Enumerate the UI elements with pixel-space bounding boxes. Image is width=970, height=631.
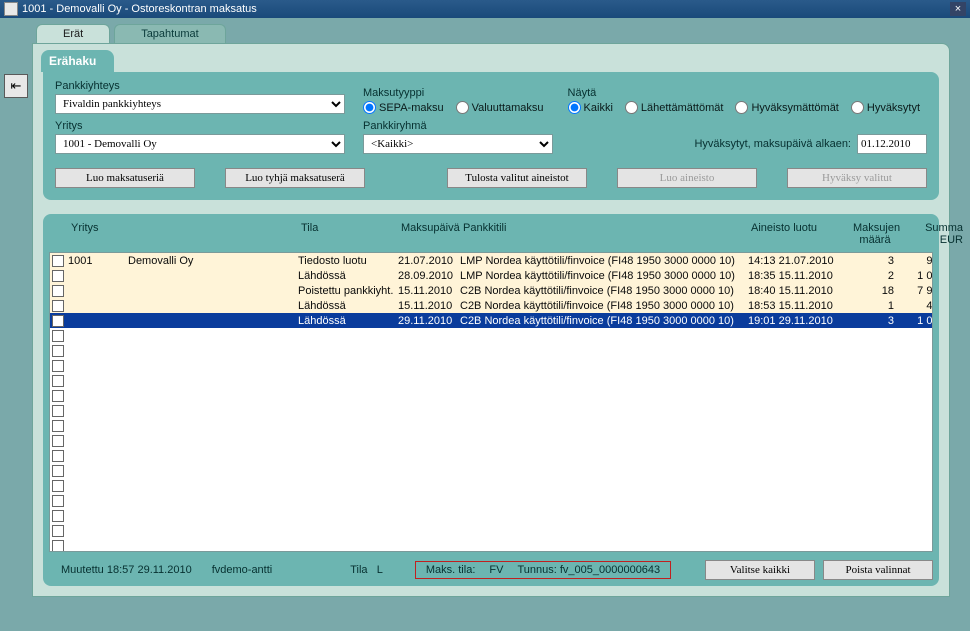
table-row	[50, 448, 932, 463]
radio-kaikki[interactable]: Kaikki	[568, 101, 613, 114]
row-checkbox[interactable]	[52, 315, 64, 327]
table-row[interactable]: Poistettu pankkiyht.15.11.2010C2B Nordea…	[50, 283, 932, 298]
table-row	[50, 523, 932, 538]
table-row	[50, 538, 932, 552]
radio-lahettamattomat[interactable]: Lähettämättömät	[625, 101, 724, 114]
col-maara: Maksujen määrä	[853, 222, 903, 246]
titlebar: 1001 - Demovalli Oy - Ostoreskontran mak…	[0, 0, 970, 18]
label-pankkiyhteys: Pankkiyhteys	[55, 80, 345, 92]
filter-pane: Pankkiyhteys Fivaldin pankkiyhteys Maksu…	[43, 72, 939, 200]
label-pankkiryhma: Pankkiryhmä	[363, 120, 553, 132]
table-row	[50, 343, 932, 358]
tab-tapahtumat[interactable]: Tapahtumat	[114, 24, 225, 43]
label-yritys: Yritys	[55, 120, 345, 132]
select-pankkiryhma[interactable]: <Kaikki>	[363, 134, 553, 154]
table-row	[50, 388, 932, 403]
table-row	[50, 358, 932, 373]
row-checkbox[interactable]	[52, 270, 64, 282]
label-hyvdate: Hyväksytyt, maksupäivä alkaen:	[694, 138, 851, 150]
table-row	[50, 373, 932, 388]
table-row	[50, 493, 932, 508]
radio-hyvaksymattomat[interactable]: Hyväksymättömät	[735, 101, 838, 114]
label-maksutyyppi: Maksutyyppi	[363, 87, 544, 99]
subtab-erahaku[interactable]: Erähaku	[41, 50, 114, 72]
select-pankkiyhteys[interactable]: Fivaldin pankkiyhteys	[55, 94, 345, 114]
grid-body[interactable]: 1001Demovalli OyTiedosto luotu21.07.2010…	[49, 252, 933, 552]
btn-valitse-kaikki[interactable]: Valitse kaikki	[705, 560, 815, 580]
label-nayta: Näytä	[568, 87, 921, 99]
table-row	[50, 418, 932, 433]
row-checkbox[interactable]	[52, 255, 64, 267]
table-row[interactable]: Lähdössä29.11.2010C2B Nordea käyttötili/…	[50, 313, 932, 328]
table-row	[50, 433, 932, 448]
table-row	[50, 463, 932, 478]
tabstrip: Erät Tapahtumat	[32, 24, 950, 43]
table-row	[50, 328, 932, 343]
radio-sepa[interactable]: SEPA-maksu	[363, 101, 444, 114]
col-aineisto: Aineisto luotu	[751, 222, 853, 246]
col-maksupaiva: Maksupäivä	[401, 222, 463, 246]
btn-luo-maksatuseria[interactable]: Luo maksatuseriä	[55, 168, 195, 188]
app-icon	[4, 2, 18, 16]
row-checkbox[interactable]	[52, 300, 64, 312]
table-row[interactable]: Lähdössä15.11.2010C2B Nordea käyttötili/…	[50, 298, 932, 313]
grid-wrap: Yritys Tila Maksupäivä Pankkitili Aineis…	[43, 214, 939, 586]
btn-hyvaksy-valitut[interactable]: Hyväksy valitut	[787, 168, 927, 188]
col-pankkitili: Pankkitili	[463, 222, 751, 246]
status-redbox: Maks. tila: FV Tunnus: fv_005_0000000643	[415, 561, 671, 579]
col-tila: Tila	[301, 222, 401, 246]
col-yritys: Yritys	[71, 222, 131, 246]
btn-luo-aineisto[interactable]: Luo aineisto	[617, 168, 757, 188]
table-row	[50, 478, 932, 493]
table-row[interactable]: Lähdössä28.09.2010LMP Nordea käyttötili/…	[50, 268, 932, 283]
radio-valuutta[interactable]: Valuuttamaksu	[456, 101, 544, 114]
table-row	[50, 403, 932, 418]
btn-tulosta[interactable]: Tulosta valitut aineistot	[447, 168, 587, 188]
window-title: 1001 - Demovalli Oy - Ostoreskontran mak…	[22, 3, 257, 15]
btn-luo-tyhja[interactable]: Luo tyhjä maksatuserä	[225, 168, 365, 188]
row-checkbox[interactable]	[52, 285, 64, 297]
table-row[interactable]: 1001Demovalli OyTiedosto luotu21.07.2010…	[50, 253, 932, 268]
btn-poista-valinnat[interactable]: Poista valinnat	[823, 560, 933, 580]
close-icon[interactable]: ×	[950, 2, 966, 16]
dock-back-button[interactable]: ⇤	[4, 74, 28, 98]
status-bar: Muutettu 18:57 29.11.2010 fvdemo-antti T…	[49, 560, 933, 580]
select-yritys[interactable]: 1001 - Demovalli Oy	[55, 134, 345, 154]
table-row	[50, 508, 932, 523]
tab-erat[interactable]: Erät	[36, 24, 110, 43]
main-panel: Erähaku Pankkiyhteys Fivaldin pankkiyhte…	[32, 43, 950, 597]
radio-hyvaksytyt[interactable]: Hyväksytyt	[851, 101, 920, 114]
grid-header: Yritys Tila Maksupäivä Pankkitili Aineis…	[49, 220, 933, 252]
col-summa: Summa EUR	[903, 222, 963, 246]
input-hyvdate[interactable]	[857, 134, 927, 154]
status-user: fvdemo-antti	[206, 562, 279, 578]
